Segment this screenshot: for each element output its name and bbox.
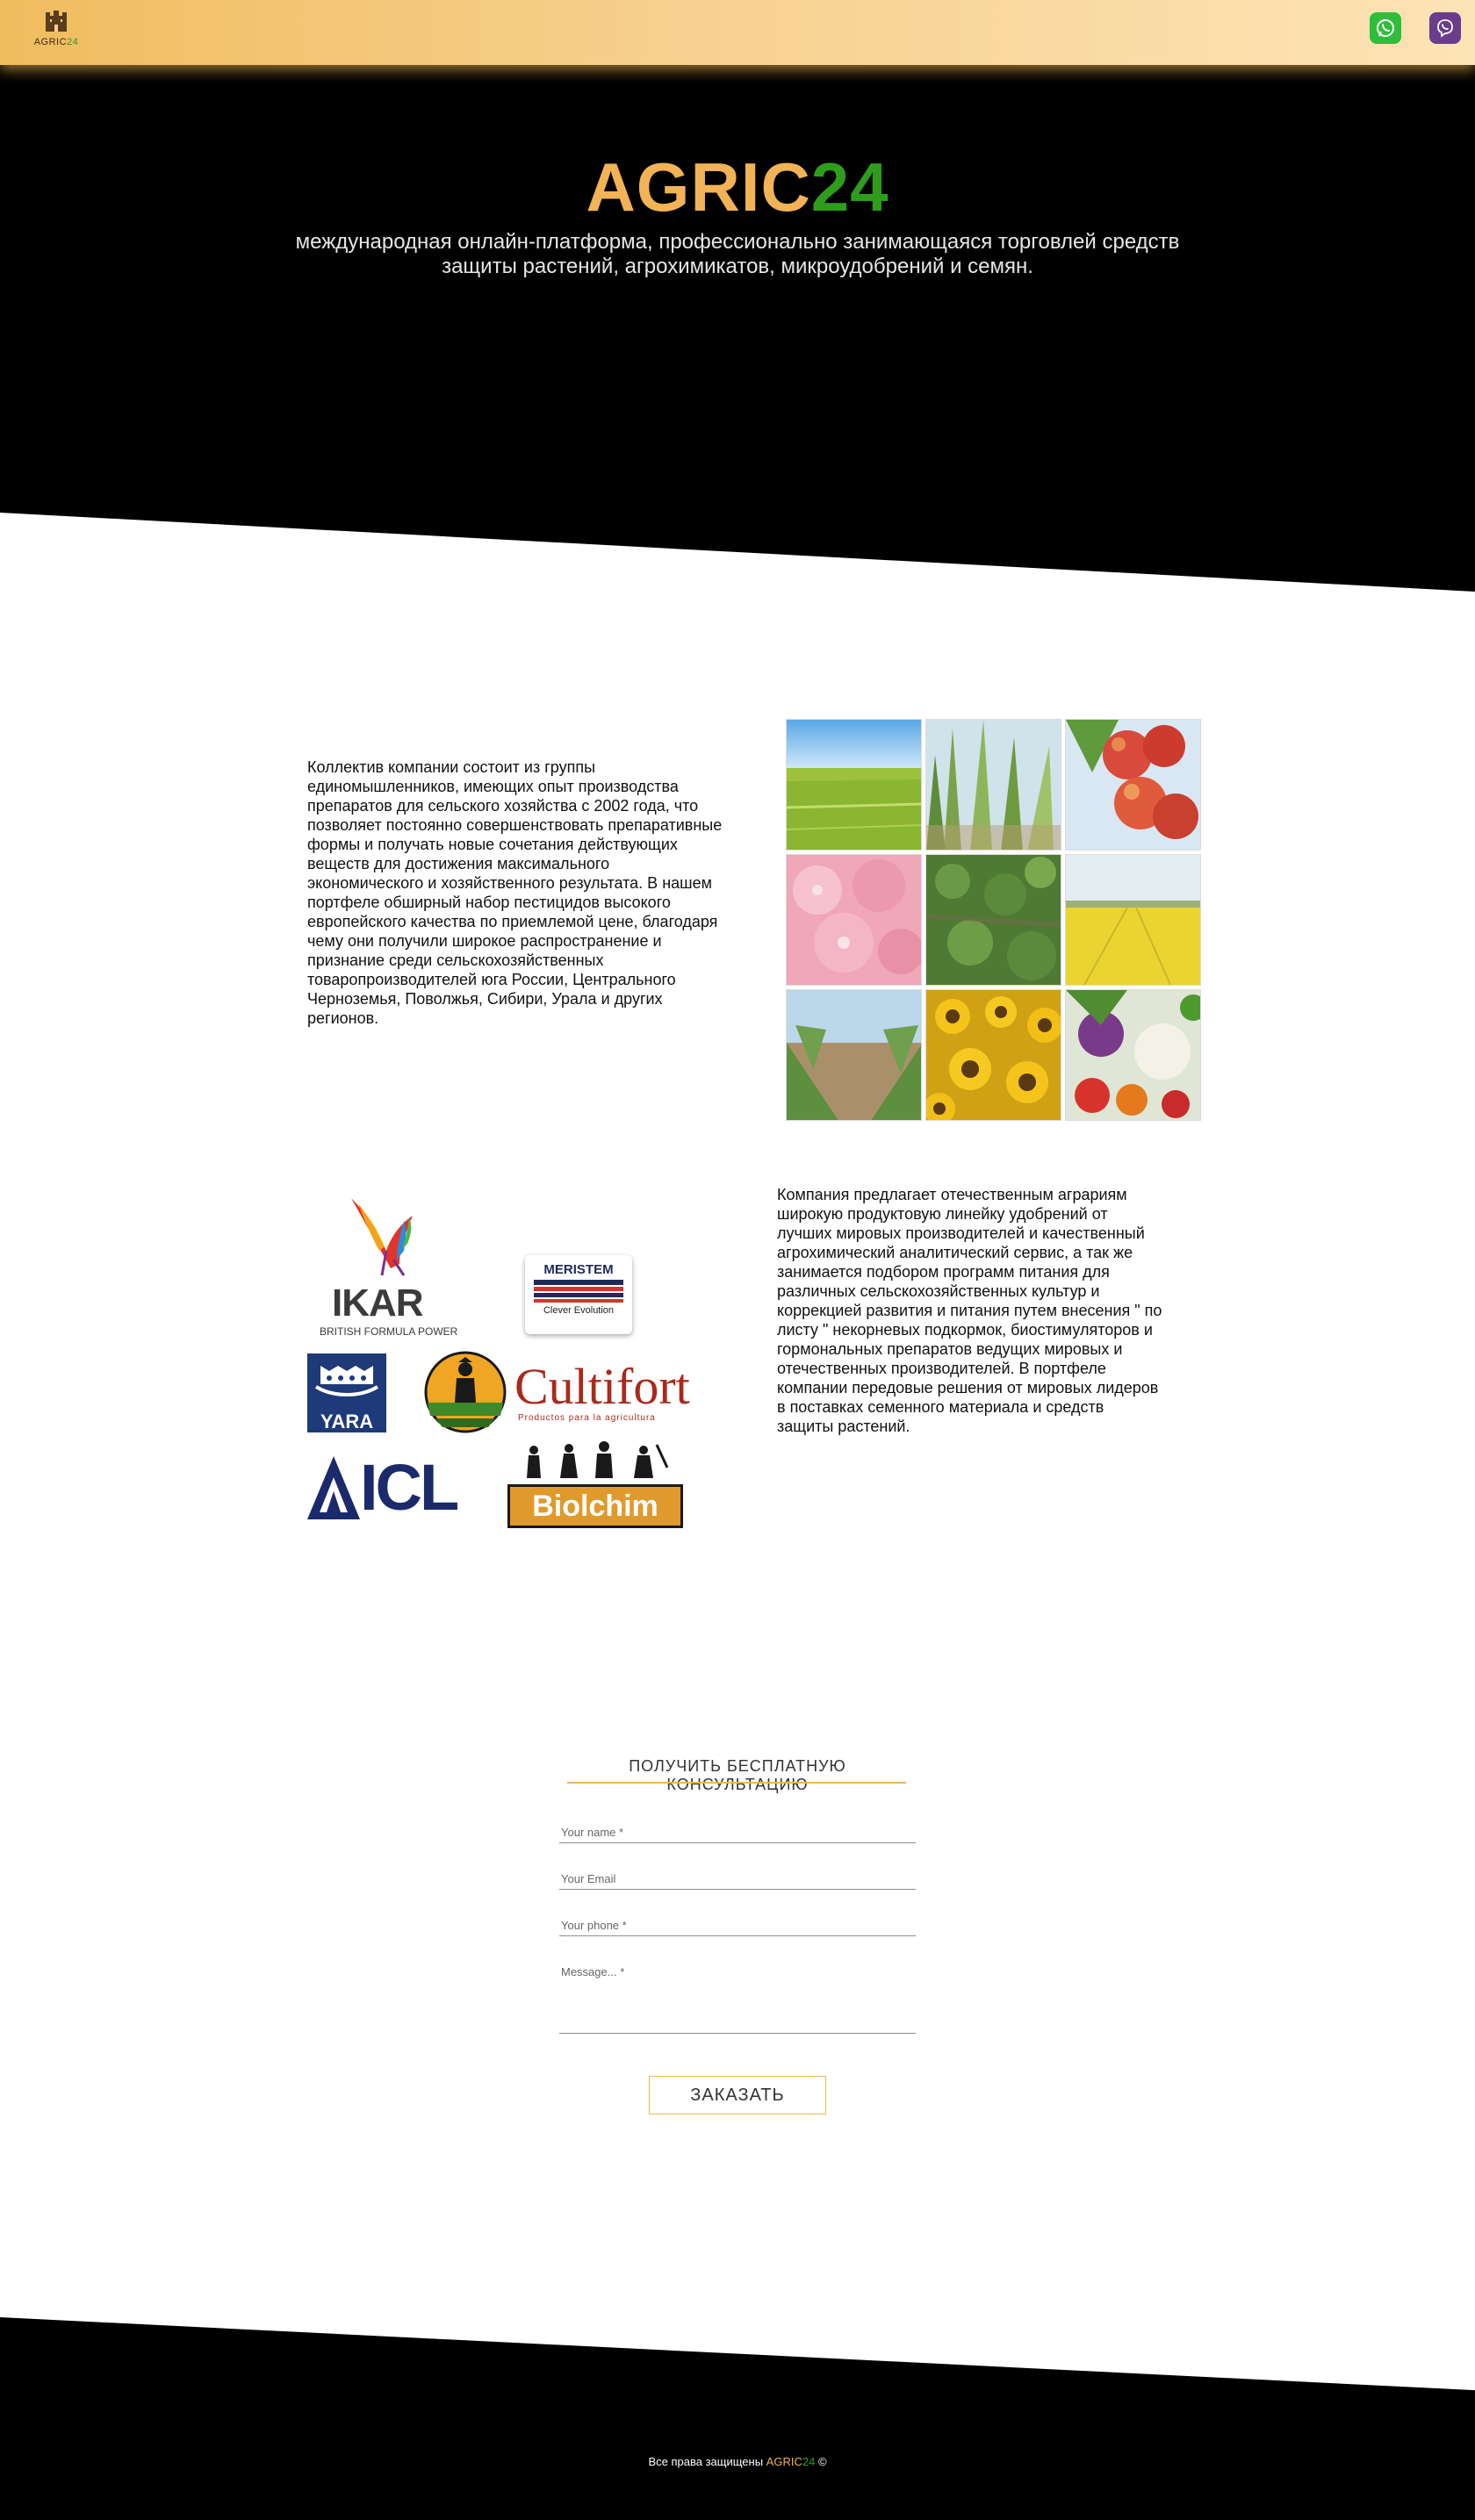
icl-triangle-icon: [307, 1456, 360, 1519]
footer: [0, 2317, 1475, 2520]
ikar-logo: IKAR BRITISH FORMULA POWER: [316, 1198, 474, 1339]
biolchim-name: Biolchim: [507, 1484, 683, 1528]
top-bar: AGRIC24: [0, 0, 1475, 65]
photo-corn-field: [925, 719, 1061, 851]
photo-sunflowers: [925, 989, 1061, 1121]
ikar-tagline: BRITISH FORMULA POWER: [320, 1325, 458, 1338]
icl-name: ICL: [360, 1451, 459, 1524]
cultifort-logo: Cultifort Productos para la agricultura: [423, 1350, 713, 1434]
photo-rapeseed-field: [1065, 854, 1201, 986]
phone-field[interactable]: [559, 1915, 916, 1936]
photo-pink-flowers: [786, 854, 922, 986]
logo-text: AGRIC24: [33, 37, 79, 47]
message-field[interactable]: [559, 1962, 916, 2034]
partners-text: Компания предлагает отечественным аграри…: [777, 1186, 1162, 1435]
logo[interactable]: AGRIC24: [32, 9, 81, 54]
photo-wheat-field: [786, 719, 922, 851]
name-field[interactable]: [559, 1822, 916, 1843]
bird-icon: [351, 1198, 413, 1276]
biolchim-logo: Biolchim: [507, 1441, 683, 1528]
hero-title: AGRIC24: [586, 148, 889, 226]
whatsapp-button[interactable]: [1370, 12, 1401, 44]
yara-logo: YARA: [307, 1353, 386, 1432]
meristem-logo: MERISTEM Clever Evolution: [525, 1255, 632, 1334]
meristem-name: MERISTEM: [543, 1262, 614, 1277]
workers-silhouette-icon: [527, 1441, 669, 1478]
viber-button[interactable]: [1429, 12, 1461, 44]
viber-icon: [1437, 19, 1453, 38]
castle-logo-icon: [46, 11, 67, 32]
yara-name: YARA: [320, 1411, 374, 1432]
cultifort-name: Cultifort: [514, 1358, 690, 1415]
photo-apples: [1065, 719, 1201, 851]
form-title-underline: [567, 1782, 906, 1784]
hero-subtitle: международная онлайн-платформа, професси…: [295, 230, 1180, 278]
viking-ship-icon: [314, 1366, 379, 1396]
about-text: Коллектив компании состоит из группы еди…: [307, 758, 723, 1027]
hero-section: [0, 65, 1475, 592]
whatsapp-icon: [1377, 19, 1394, 37]
cultifort-tagline: Productos para la agricultura: [518, 1413, 656, 1423]
footer-copyright: Все права защищены AGRIC24 ©: [648, 2455, 827, 2468]
icl-logo: ICL: [307, 1453, 470, 1523]
page: AGRIC24 AGRIC24 международная онлайн-пла…: [0, 0, 1475, 2520]
ikar-name: IKAR: [332, 1282, 424, 1325]
photo-vegetables: [1065, 989, 1201, 1121]
farmer-icon: [424, 1351, 507, 1433]
photo-potato-field: [925, 854, 1061, 986]
photo-beet-rows: [786, 989, 922, 1121]
meristem-tagline: Clever Evolution: [543, 1305, 615, 1316]
order-button[interactable]: ЗАКАЗАТЬ: [649, 2076, 826, 2114]
email-field[interactable]: [559, 1869, 916, 1890]
photo-grid: [786, 719, 1203, 1122]
form-title: ПОЛУЧИТЬ БЕСПЛАТНУЮ КОНСУЛЬТАЦИЮ: [629, 1757, 846, 1793]
